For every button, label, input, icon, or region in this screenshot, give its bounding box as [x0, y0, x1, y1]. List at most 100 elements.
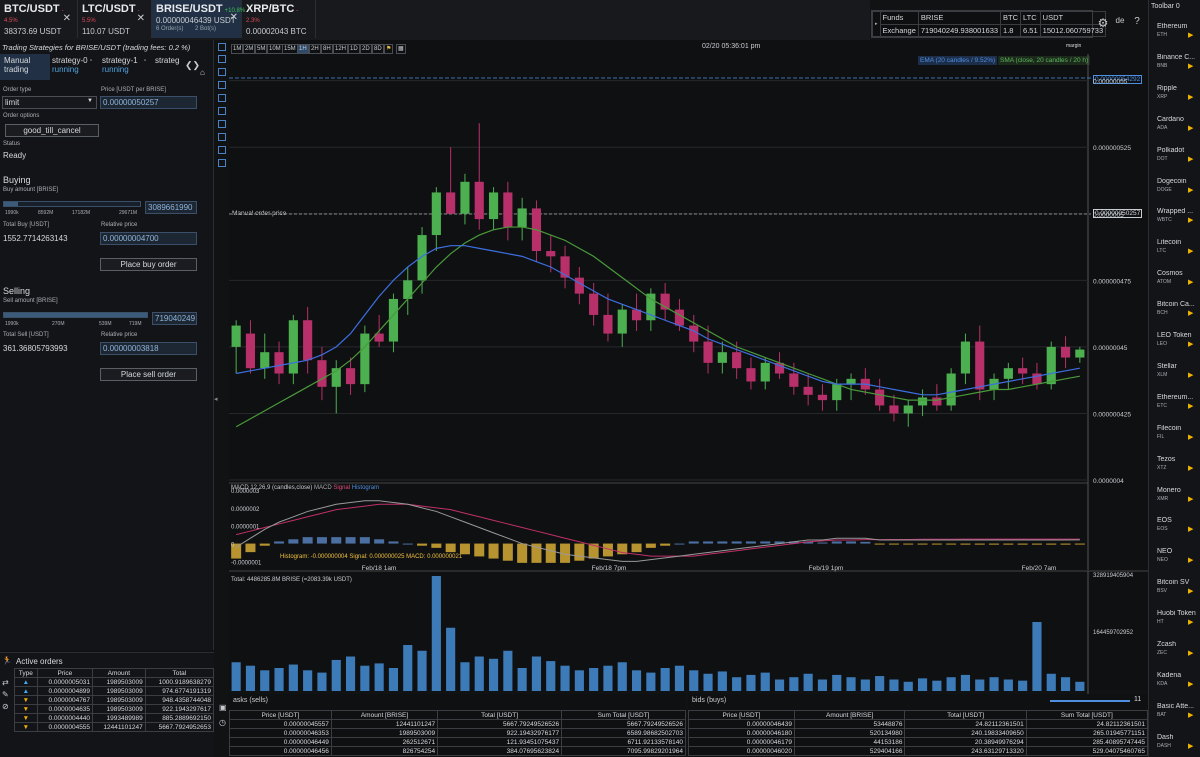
play-icon[interactable]: ▶: [1188, 495, 1193, 503]
order-option-button[interactable]: good_till_cancel: [5, 124, 99, 137]
close-icon[interactable]: ▫: [144, 58, 146, 64]
coin-item-ltc[interactable]: Litecoin LTC ▶: [1157, 239, 1200, 255]
text-tool-icon[interactable]: [218, 107, 226, 115]
coin-item-xtz[interactable]: Tezos XTZ ▶: [1157, 456, 1200, 472]
play-icon[interactable]: ▶: [1188, 62, 1193, 70]
coin-item-eos[interactable]: EOS EOS ▶: [1157, 517, 1200, 533]
coin-item-neo[interactable]: NEO NEO ▶: [1157, 548, 1200, 564]
play-icon[interactable]: ▶: [1188, 340, 1193, 348]
place-buy-order-button[interactable]: Place buy order: [100, 258, 197, 271]
coin-item-atom[interactable]: Cosmos ATOM ▶: [1157, 270, 1200, 286]
coin-item-zec[interactable]: Zcash ZEC ▶: [1157, 641, 1200, 657]
bid-row[interactable]: 0.00000046180 520134980 240.19833409650 265…: [688, 728, 1149, 738]
price-chart-svg[interactable]: 0.00000055 0.000000525 0.0000005 0.00000047…: [229, 40, 1149, 694]
brush-tool-icon[interactable]: [218, 94, 226, 102]
bid-row[interactable]: 0.00000046179 44153186 20.38949976294 285.4…: [688, 737, 1149, 747]
close-icon[interactable]: ▫: [90, 58, 92, 64]
trend-tool-icon[interactable]: [218, 68, 226, 76]
depth-slider[interactable]: [1050, 700, 1130, 702]
play-icon[interactable]: ▶: [1188, 278, 1193, 286]
coin-item-wbtc[interactable]: Wrapped ... WBTC ▶: [1157, 208, 1200, 224]
strategy-tab-manual[interactable]: Manual trading: [0, 54, 50, 80]
play-icon[interactable]: ▶: [1188, 742, 1193, 750]
play-icon[interactable]: ▶: [1188, 618, 1193, 626]
play-icon[interactable]: ▶: [1188, 31, 1193, 39]
ask-row[interactable]: 0.00000046353 1989503009 922.19432976177 65…: [229, 728, 686, 738]
sell-relative-price-input[interactable]: 0.00000003818: [100, 342, 197, 355]
order-row[interactable]: ▼ 0.0000004555 12441101247 5667.7924952653: [14, 722, 215, 732]
coin-item-xlm[interactable]: Stellar XLM ▶: [1157, 363, 1200, 379]
play-icon[interactable]: ▶: [1188, 247, 1193, 255]
play-icon[interactable]: ▶: [1188, 587, 1193, 595]
play-icon[interactable]: ▶: [1188, 309, 1193, 317]
tab-xrp-btc[interactable]: XRP/BTC -2.3% 0.00002043 BTC: [242, 0, 316, 38]
ask-row[interactable]: 0.00000046449 262512671 121.93451075437 671…: [229, 737, 686, 747]
coin-item-etc[interactable]: Ethereum... ETC ▶: [1157, 394, 1200, 410]
language-select[interactable]: de: [1112, 16, 1128, 25]
sell-amount-input[interactable]: 719040249: [152, 312, 197, 325]
coin-item-bnb[interactable]: Binance C... BNB ▶: [1157, 54, 1200, 70]
tab-btc-usdt[interactable]: BTC/USDT -4.5% 38373.69 USDT ✕: [0, 0, 78, 38]
order-type-select[interactable]: limit ▼: [2, 96, 97, 109]
buy-amount-input[interactable]: 3089661990: [145, 201, 197, 214]
coin-item-xmr[interactable]: Monero XMR ▶: [1157, 487, 1200, 503]
play-icon[interactable]: ▶: [1188, 525, 1193, 533]
cursor-tool-icon[interactable]: [218, 81, 226, 89]
buy-amount-slider[interactable]: [3, 201, 141, 207]
play-icon[interactable]: ▶: [1188, 402, 1193, 410]
crosshair-tool-icon[interactable]: [218, 43, 226, 51]
place-sell-order-button[interactable]: Place sell order: [100, 368, 197, 381]
coin-item-xrp[interactable]: Ripple XRP ▶: [1157, 85, 1200, 101]
measure-tool-icon[interactable]: [218, 120, 226, 128]
coin-item-eth[interactable]: Ethereum ETH ▶: [1157, 23, 1200, 39]
play-icon[interactable]: ▶: [1188, 556, 1193, 564]
strategy-tab-1[interactable]: strategy-1 running: [102, 56, 148, 78]
play-icon[interactable]: ▶: [1188, 186, 1193, 194]
order-row[interactable]: ▼ 0.0000004767 1989503009 948.4358744048: [14, 695, 215, 705]
tab-brise-usdt[interactable]: BRISE/USDT +10.8% 0.00000046439 USDT 6 Or…: [152, 0, 245, 38]
coin-item-leo[interactable]: LEO Token LEO ▶: [1157, 332, 1200, 348]
close-icon[interactable]: ✕: [63, 13, 71, 24]
play-icon[interactable]: ▶: [1188, 433, 1193, 441]
price-input[interactable]: 0.00000050257: [100, 96, 197, 109]
coin-item-doge[interactable]: Dogecoin DOGE ▶: [1157, 178, 1200, 194]
bid-row[interactable]: 0.00000046439 53448876 24.82112361501 24.82…: [688, 719, 1149, 729]
coin-item-bch[interactable]: Bitcoin Ca... BCH ▶: [1157, 301, 1200, 317]
order-row[interactable]: ▲ 0.0000004899 1989503009 974.6774191319: [14, 686, 215, 696]
play-icon[interactable]: ▶: [1188, 155, 1193, 163]
strategy-tab-2[interactable]: strateg: [155, 56, 183, 78]
ask-row[interactable]: 0.00000046456 826754254 384.07695623824 709…: [229, 746, 686, 756]
robot-icon[interactable]: ⌂: [200, 68, 205, 77]
order-row[interactable]: ▲ 0.0000005031 1989503009 1000.9189638279: [14, 677, 215, 687]
tab-ltc-usdt[interactable]: LTC/USDT -5.5% 110.07 USDT ✕: [78, 0, 152, 38]
gear-icon[interactable]: ⚙: [1096, 16, 1110, 30]
ask-row[interactable]: 0.00000045557 12441101247 5667.79249526526…: [229, 719, 686, 729]
help-icon[interactable]: ?: [1130, 16, 1144, 27]
settings-tool-icon[interactable]: [218, 159, 226, 167]
play-icon[interactable]: ▶: [1188, 680, 1193, 688]
order-row[interactable]: ▼ 0.0000004440 1993489989 885.2889692150: [14, 713, 215, 723]
camera-tool-icon[interactable]: [218, 146, 226, 154]
coin-item-fil[interactable]: Filecoin FIL ▶: [1157, 425, 1200, 441]
coin-item-ht[interactable]: Huobi Token HT ▶: [1157, 610, 1200, 626]
coin-item-ada[interactable]: Cardano ADA ▶: [1157, 116, 1200, 132]
play-icon[interactable]: ▶: [1188, 711, 1193, 719]
play-icon[interactable]: ▶: [1188, 93, 1193, 101]
close-icon[interactable]: ✕: [230, 12, 238, 23]
coin-item-kda[interactable]: Kadena KDA ▶: [1157, 672, 1200, 688]
play-icon[interactable]: ▶: [1188, 649, 1193, 657]
play-icon[interactable]: ▶: [1188, 216, 1193, 224]
close-icon[interactable]: ✕: [137, 13, 145, 24]
bid-row[interactable]: 0.00000046020 529404166 243.63129713320 529…: [688, 746, 1149, 756]
clock-icon[interactable]: ◷: [219, 718, 226, 727]
coin-item-bat[interactable]: Basic Atte... BAT ▶: [1157, 703, 1200, 719]
line-tool-icon[interactable]: [218, 55, 226, 63]
collapse-left-icon[interactable]: ◂: [214, 395, 218, 403]
buy-relative-price-input[interactable]: 0.00000004700: [100, 232, 197, 245]
coin-item-dot[interactable]: Polkadot DOT ▶: [1157, 147, 1200, 163]
scroll-tabs-icon[interactable]: ❮❯: [185, 60, 200, 71]
order-row[interactable]: ▼ 0.0000004635 1989503009 922.1943297617: [14, 704, 215, 714]
lock-icon[interactable]: ▣: [219, 703, 227, 712]
play-icon[interactable]: ▶: [1188, 124, 1193, 132]
zoom-tool-icon[interactable]: [218, 133, 226, 141]
